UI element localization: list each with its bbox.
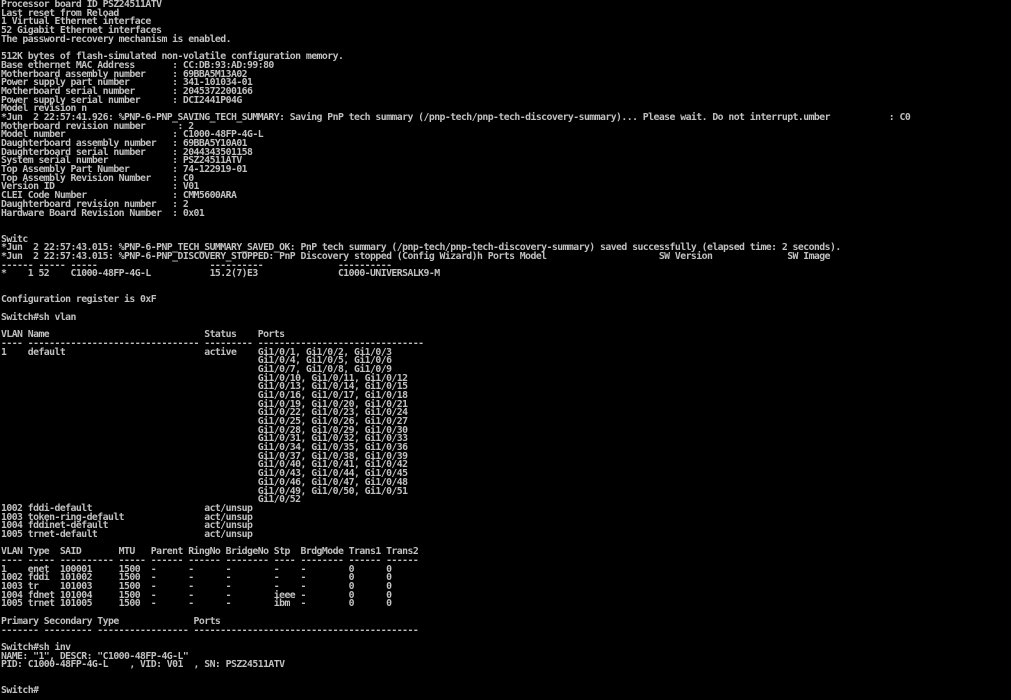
terminal-line: Last reset from Reload xyxy=(1,7,119,19)
terminal-line: 1005 trnet 101005 1500 - - - ibm - 0 0 xyxy=(1,598,392,610)
terminal-line: The password-recovery mechanism is enabl… xyxy=(1,33,232,45)
terminal-output: Processor board ID PSZ24511ATV Last reset… xyxy=(0,0,1011,696)
terminal-line: Switch#sh vlan xyxy=(1,311,76,323)
terminal-line: 1005 trnet-default act/unsup xyxy=(1,528,253,540)
terminal-line: Hardware Board Revision Number : 0x01 xyxy=(1,207,205,219)
terminal-line: PID: C1000-48FP-4G-L , VID: V01 , SN: PS… xyxy=(1,659,285,671)
terminal-line: Processor board ID PSZ24511ATV xyxy=(1,0,162,10)
terminal-line: * 1 52 C1000-48FP-4G-L 15.2(7)E3 C1000-U… xyxy=(1,268,440,280)
terminal-line: Configuration register is 0xF xyxy=(1,294,157,306)
terminal-line: Switch# xyxy=(1,685,39,697)
terminal-line: Power supply serial number : DCI2441P04G xyxy=(1,94,242,106)
terminal-window[interactable]: Processor board ID PSZ24511ATV Last reset… xyxy=(0,0,1011,700)
terminal-line: ------- --------- ----------------- ----… xyxy=(1,624,419,636)
